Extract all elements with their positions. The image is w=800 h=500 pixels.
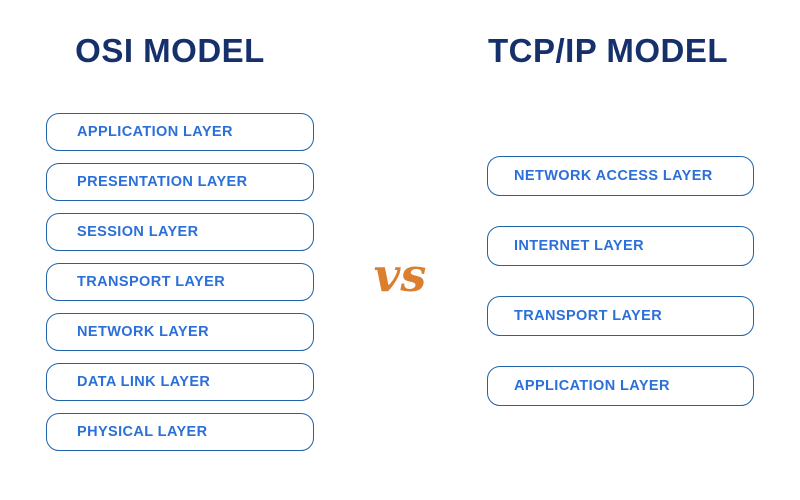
versus-label: vs [373,248,427,302]
osi-layer-box-transport[interactable]: TRANSPORT LAYER [46,263,314,301]
tcpip-layer-box-transport[interactable]: TRANSPORT LAYER [487,296,754,336]
page-title-osi: OSI MODEL [75,32,265,69]
tcpip-layer-label: NETWORK ACCESS LAYER [514,168,713,184]
osi-layer-column: APPLICATION LAYER PRESENTATION LAYER SES… [46,113,314,451]
tcpip-layer-label: TRANSPORT LAYER [514,308,663,324]
osi-layer-label: TRANSPORT LAYER [77,274,226,290]
osi-layer-label: SESSION LAYER [77,224,199,240]
tcpip-layer-label: APPLICATION LAYER [514,378,670,394]
tcpip-layer-column: NETWORK ACCESS LAYER INTERNET LAYER TRAN… [487,156,754,406]
tcpip-layer-box-internet[interactable]: INTERNET LAYER [487,226,754,266]
tcpip-layer-box-application[interactable]: APPLICATION LAYER [487,366,754,406]
tcpip-layer-label: INTERNET LAYER [514,238,644,254]
osi-layer-label: NETWORK LAYER [77,324,209,340]
osi-layer-box-application[interactable]: APPLICATION LAYER [46,113,314,151]
osi-layer-label: PHYSICAL LAYER [77,424,208,440]
osi-layer-label: PRESENTATION LAYER [77,174,248,190]
page-title-tcpip: TCP/IP MODEL [487,32,729,69]
osi-layer-box-presentation[interactable]: PRESENTATION LAYER [46,163,314,201]
osi-layer-box-session[interactable]: SESSION LAYER [46,213,314,251]
osi-layer-box-network[interactable]: NETWORK LAYER [46,313,314,351]
osi-layer-box-data-link[interactable]: DATA LINK LAYER [46,363,314,401]
osi-layer-label: DATA LINK LAYER [77,374,211,390]
tcpip-layer-box-network-access[interactable]: NETWORK ACCESS LAYER [487,156,754,196]
diagram-canvas: OSI MODEL TCP/IP MODEL APPLICATION LAYER… [0,0,800,500]
osi-layer-label: APPLICATION LAYER [77,124,233,140]
osi-layer-box-physical[interactable]: PHYSICAL LAYER [46,413,314,451]
